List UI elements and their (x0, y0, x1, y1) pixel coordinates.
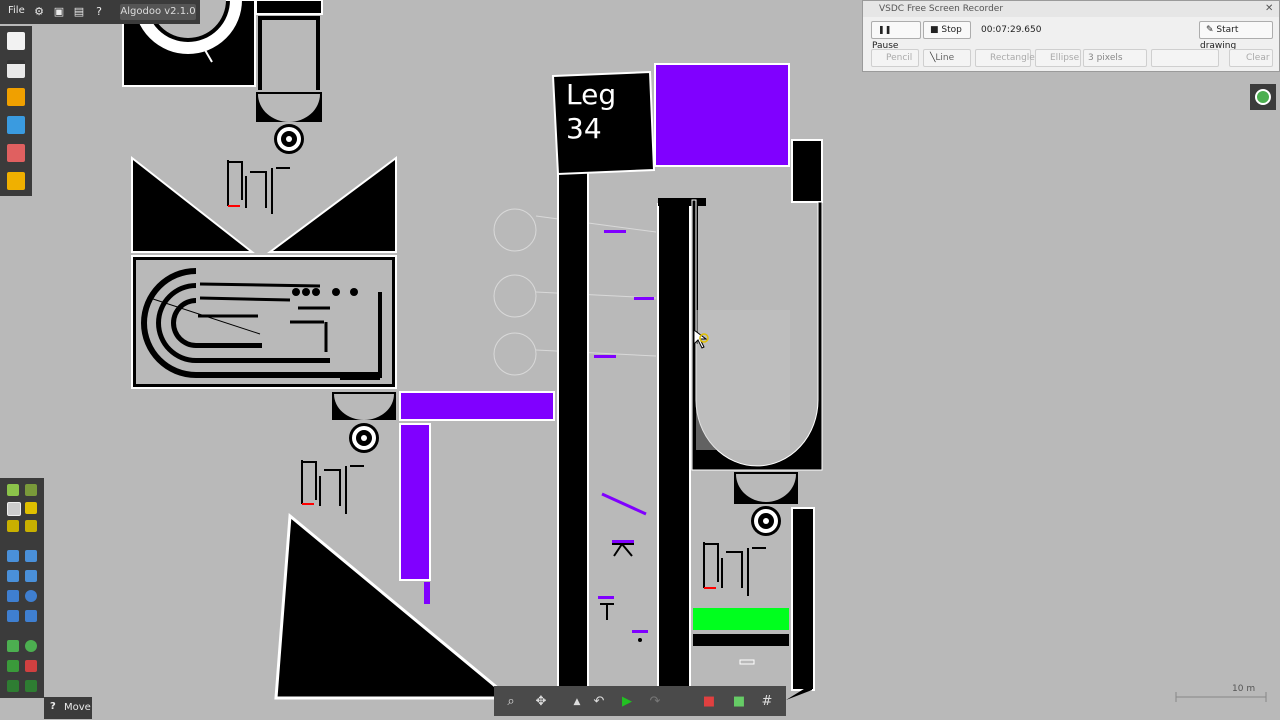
recorder-title-bar: VSDC Free Screen Recorder ✕ (863, 1, 1279, 17)
right-tool-strip (1250, 84, 1276, 110)
settings-gear-icon[interactable]: ⚙ (32, 5, 46, 19)
new-scene-icon[interactable] (7, 32, 25, 50)
box-tool-icon[interactable] (7, 590, 19, 602)
leg-sign-line2: 34 (566, 112, 602, 145)
zoom-icon[interactable]: ⌕ (502, 693, 520, 711)
rectangle-button[interactable]: Rectangle (975, 49, 1035, 67)
color-select[interactable] (1151, 49, 1219, 67)
line-label: Line (935, 53, 955, 63)
leg-sign[interactable]: Leg 34 (566, 78, 646, 146)
top-menu-bar: File ⚙ ▣ ▤ ? Algodoo v2.1.0 (0, 0, 200, 24)
tool-help-icon[interactable]: ? (50, 701, 56, 712)
pan-icon[interactable]: ✥ (532, 693, 550, 711)
pencil-label: Pencil (886, 53, 913, 63)
fixate-tool-icon[interactable] (7, 660, 19, 672)
scale-label: 10 m (1232, 684, 1256, 694)
rotate-tool-icon[interactable] (7, 520, 19, 532)
drag-tool-icon[interactable] (25, 502, 37, 514)
undo-dropdown-icon[interactable]: ▲ (568, 693, 586, 711)
app-title: Algodoo v2.1.0 (120, 4, 196, 20)
pencil-button[interactable]: Pencil (871, 49, 919, 67)
start-drawing-icon: ✎ (1206, 25, 1214, 35)
current-tool-indicator: ? Move (44, 697, 92, 719)
left-file-toolbar (0, 26, 32, 196)
current-tool-label: Move (64, 702, 91, 713)
chain-tool-icon[interactable] (25, 610, 37, 622)
clear-label: Clear (1246, 53, 1270, 63)
file-menu[interactable]: File (8, 5, 25, 16)
redo-icon[interactable]: ↷ (646, 693, 664, 711)
start-drawing-button[interactable]: ✎ Start drawing (1199, 21, 1273, 51)
scene-info-icon[interactable] (1255, 89, 1271, 105)
stop-button[interactable]: ■ Stop (923, 21, 971, 39)
polygon-tool-icon[interactable] (7, 570, 19, 582)
leg-sign-line1: Leg (566, 78, 617, 111)
recorder-title: VSDC Free Screen Recorder (879, 4, 1004, 14)
pause-button[interactable]: ❚❚ Pause (871, 21, 921, 51)
ellipse-button[interactable]: Ellipse (1035, 49, 1081, 67)
spring-tool-icon[interactable] (7, 640, 19, 652)
line-button[interactable]: ╲Line (923, 49, 971, 67)
scene-canvas[interactable]: Leg 34 10 m (0, 0, 1280, 720)
laser-tool-icon[interactable] (25, 680, 37, 692)
scene-list-icon[interactable] (7, 60, 25, 78)
help-icon[interactable]: ? (92, 5, 106, 19)
tracer-tool-icon[interactable] (7, 680, 19, 692)
brush-tool-icon[interactable] (25, 484, 37, 496)
folder-red-icon[interactable] (7, 144, 25, 162)
close-icon[interactable]: ✕ (1265, 1, 1273, 17)
rectangle-label: Rectangle (990, 53, 1035, 63)
circle-tool-icon[interactable] (25, 590, 37, 602)
line-width-value: 3 pixels (1088, 53, 1123, 63)
open-folder-icon[interactable] (7, 88, 25, 106)
algobox-folder-icon[interactable] (7, 116, 25, 134)
stop-icon: ■ (930, 25, 939, 35)
grid-icon[interactable]: # (758, 693, 776, 711)
cut-tool-icon[interactable] (7, 550, 19, 562)
stop-label: Stop (941, 25, 962, 35)
simulation-control-bar: ⌕ ✥ ▲ ↶ ▶ ↷ ■ ■ # (494, 686, 786, 716)
tool-palette (0, 478, 44, 698)
air-friction-icon[interactable]: ■ (730, 693, 748, 711)
thruster-tool-icon[interactable] (25, 660, 37, 672)
sketch-tool-icon[interactable] (7, 484, 19, 496)
window-icon[interactable]: ▣ (52, 5, 66, 19)
scale-tool-icon[interactable] (25, 520, 37, 532)
move-tool-icon[interactable] (7, 502, 21, 516)
pause-icon: ❚❚ (878, 25, 892, 34)
clear-button[interactable]: Clear (1229, 49, 1273, 67)
gravity-icon[interactable]: ■ (700, 693, 718, 711)
screen-recorder-window: VSDC Free Screen Recorder ✕ ❚❚ Pause ■ S… (862, 0, 1280, 72)
gear-tool-icon[interactable] (25, 570, 37, 582)
save-folder-icon[interactable] (7, 172, 25, 190)
undo-icon[interactable]: ↶ (590, 693, 608, 711)
plane-tool-icon[interactable] (7, 610, 19, 622)
panel-icon[interactable]: ▤ (72, 5, 86, 19)
recording-timer: 00:07:29.650 (981, 25, 1042, 35)
knife-tool-icon[interactable] (25, 550, 37, 562)
line-width-select[interactable]: 3 pixels (1083, 49, 1147, 67)
play-icon[interactable]: ▶ (618, 693, 636, 711)
ellipse-label: Ellipse (1050, 53, 1080, 63)
axle-tool-icon[interactable] (25, 640, 37, 652)
